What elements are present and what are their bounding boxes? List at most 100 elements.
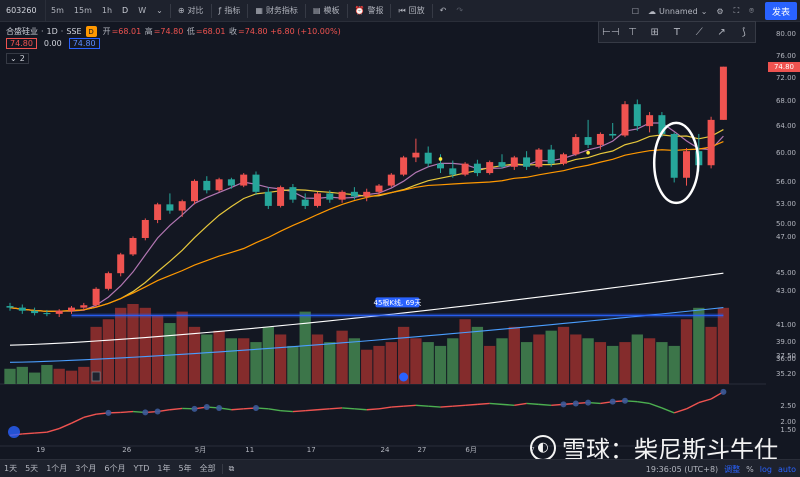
indicator-line [415, 404, 429, 407]
interval-1h[interactable]: 1h [97, 0, 117, 22]
redo-button[interactable]: ↷ [451, 0, 468, 22]
indicator-line [34, 431, 47, 434]
financials-button[interactable]: ▦ 财务指标 [250, 0, 303, 22]
price-axis-label: 80.00 [775, 30, 796, 38]
candle-body [707, 119, 715, 166]
indicator-marker [622, 397, 628, 404]
undo-button[interactable]: ↶ [435, 0, 452, 22]
candle-body [154, 204, 162, 220]
gear-icon: ⚙ [716, 6, 724, 16]
templates-button[interactable]: ▤ 模板 [308, 0, 345, 22]
range-6m[interactable]: 6个月 [100, 463, 129, 474]
indicator-marker [142, 409, 149, 416]
volume-bar [619, 342, 631, 384]
compare-button[interactable]: ⊕ 对比 [173, 0, 209, 22]
settings-button[interactable]: ⚙ [711, 0, 728, 22]
fullscreen-button[interactable]: ⛶ [729, 0, 745, 22]
layout-name-button[interactable]: ☁ Unnamed ⌄ [644, 7, 711, 16]
publish-button[interactable]: 发表 [764, 2, 797, 20]
goto-date-button[interactable]: ⧉ [225, 464, 239, 474]
legend-separator: · [60, 27, 64, 36]
range-5d[interactable]: 5天 [21, 463, 42, 474]
interval-dropdown[interactable]: ⌄ [151, 0, 168, 22]
volume-bar [287, 345, 299, 384]
divider [247, 3, 249, 18]
ray-icon[interactable]: ↗ [714, 27, 730, 38]
indicator-line [403, 404, 416, 407]
auto-toggle[interactable]: auto [778, 465, 796, 474]
legend-separator: · [41, 27, 44, 36]
volume-bar [533, 334, 545, 384]
indicator-line [22, 432, 35, 435]
close-value: =74.80 +6.80 (+10.00%) [238, 27, 341, 36]
range-1d[interactable]: 1天 [0, 463, 21, 474]
log-toggle[interactable]: log [760, 465, 772, 474]
price-axis[interactable]: 80.00 76.00 72.00 68.00 64.00 60.00 56.00 53.00… [766, 22, 800, 459]
candle-body [92, 288, 100, 306]
candle-body [55, 310, 63, 314]
volume-bar [705, 326, 717, 384]
sell-price[interactable]: 74.80 [6, 38, 37, 49]
candle-body [252, 174, 260, 192]
indicator-line [514, 402, 527, 406]
date-range-icon[interactable]: ⊢⊣ [602, 27, 619, 38]
text-icon[interactable]: T [669, 27, 685, 38]
drawing-toolbar: ⊢⊣ ⊤ ⊞ T ⟋ ↗ ⟆ [598, 21, 756, 43]
trend-line-icon[interactable]: ⟋ [691, 27, 707, 38]
volume-bar [693, 307, 705, 384]
candle-body [301, 199, 309, 206]
signal-dot [438, 157, 443, 161]
percent-toggle[interactable]: % [746, 465, 754, 474]
volume-bar [348, 338, 361, 384]
indicator-line [391, 405, 404, 408]
candle-body [510, 157, 518, 167]
brush-icon[interactable]: ⟆ [736, 27, 752, 38]
replay-button[interactable]: ⏮ 回放 [393, 0, 429, 22]
range-3m[interactable]: 3个月 [71, 463, 100, 474]
volume-bar [557, 326, 570, 384]
indicator-collapse-button[interactable]: ⌄ 2 [6, 53, 29, 64]
candle-body [215, 179, 223, 191]
volume-bar [262, 326, 274, 384]
interval-w[interactable]: W [133, 0, 151, 22]
indicators-button[interactable]: ƒ 指标 [214, 0, 246, 22]
range-ytd[interactable]: YTD [129, 464, 153, 473]
indicator-line [686, 401, 700, 410]
time-axis-label: 24 [381, 446, 390, 454]
volume-bar [311, 334, 324, 384]
indicator-line [120, 410, 134, 414]
range-1y[interactable]: 1年 [153, 463, 174, 474]
chevron-down-icon: ⌄ [156, 6, 163, 15]
price-chart[interactable]: 45根K线, 69天19 26 5月 11 17 24 27 6月 7 [0, 22, 766, 459]
indicator-line [268, 408, 281, 412]
divider [431, 3, 433, 18]
interval-d[interactable]: D [117, 0, 133, 22]
financials-icon: ▦ [255, 6, 263, 15]
candle-body [277, 187, 285, 206]
candle-body [560, 154, 567, 164]
date-price-range-icon[interactable]: ⊞ [647, 27, 663, 38]
price-range-icon[interactable]: ⊤ [624, 27, 640, 38]
layout-toggle[interactable]: ☐ [627, 0, 644, 22]
interval-5m[interactable]: 5m [46, 0, 69, 22]
indicator-line [292, 409, 306, 413]
adjust-toggle[interactable]: 调整 [724, 464, 740, 475]
price-axis-label: 35.20 [775, 370, 796, 378]
range-5y[interactable]: 5年 [175, 463, 196, 474]
range-1m[interactable]: 1个月 [42, 463, 71, 474]
candle-body [437, 163, 444, 169]
snapshot-button[interactable]: ⌾ [744, 0, 759, 22]
candle-body [203, 180, 211, 191]
indicator-axis-label: 1.50 [780, 426, 796, 434]
alert-button[interactable]: ⏰ 警报 [350, 0, 389, 22]
volume-bar [65, 370, 78, 384]
buy-price[interactable]: 74.80 [68, 38, 100, 49]
symbol-search[interactable]: 603260 [0, 0, 46, 22]
candle-body [670, 133, 678, 178]
range-all[interactable]: 全部 [196, 463, 220, 474]
interval-15m[interactable]: 15m [69, 0, 97, 22]
volume-bar [53, 368, 65, 384]
candle-body [18, 307, 26, 311]
candle-body [326, 193, 334, 200]
volume-bar [164, 323, 176, 384]
